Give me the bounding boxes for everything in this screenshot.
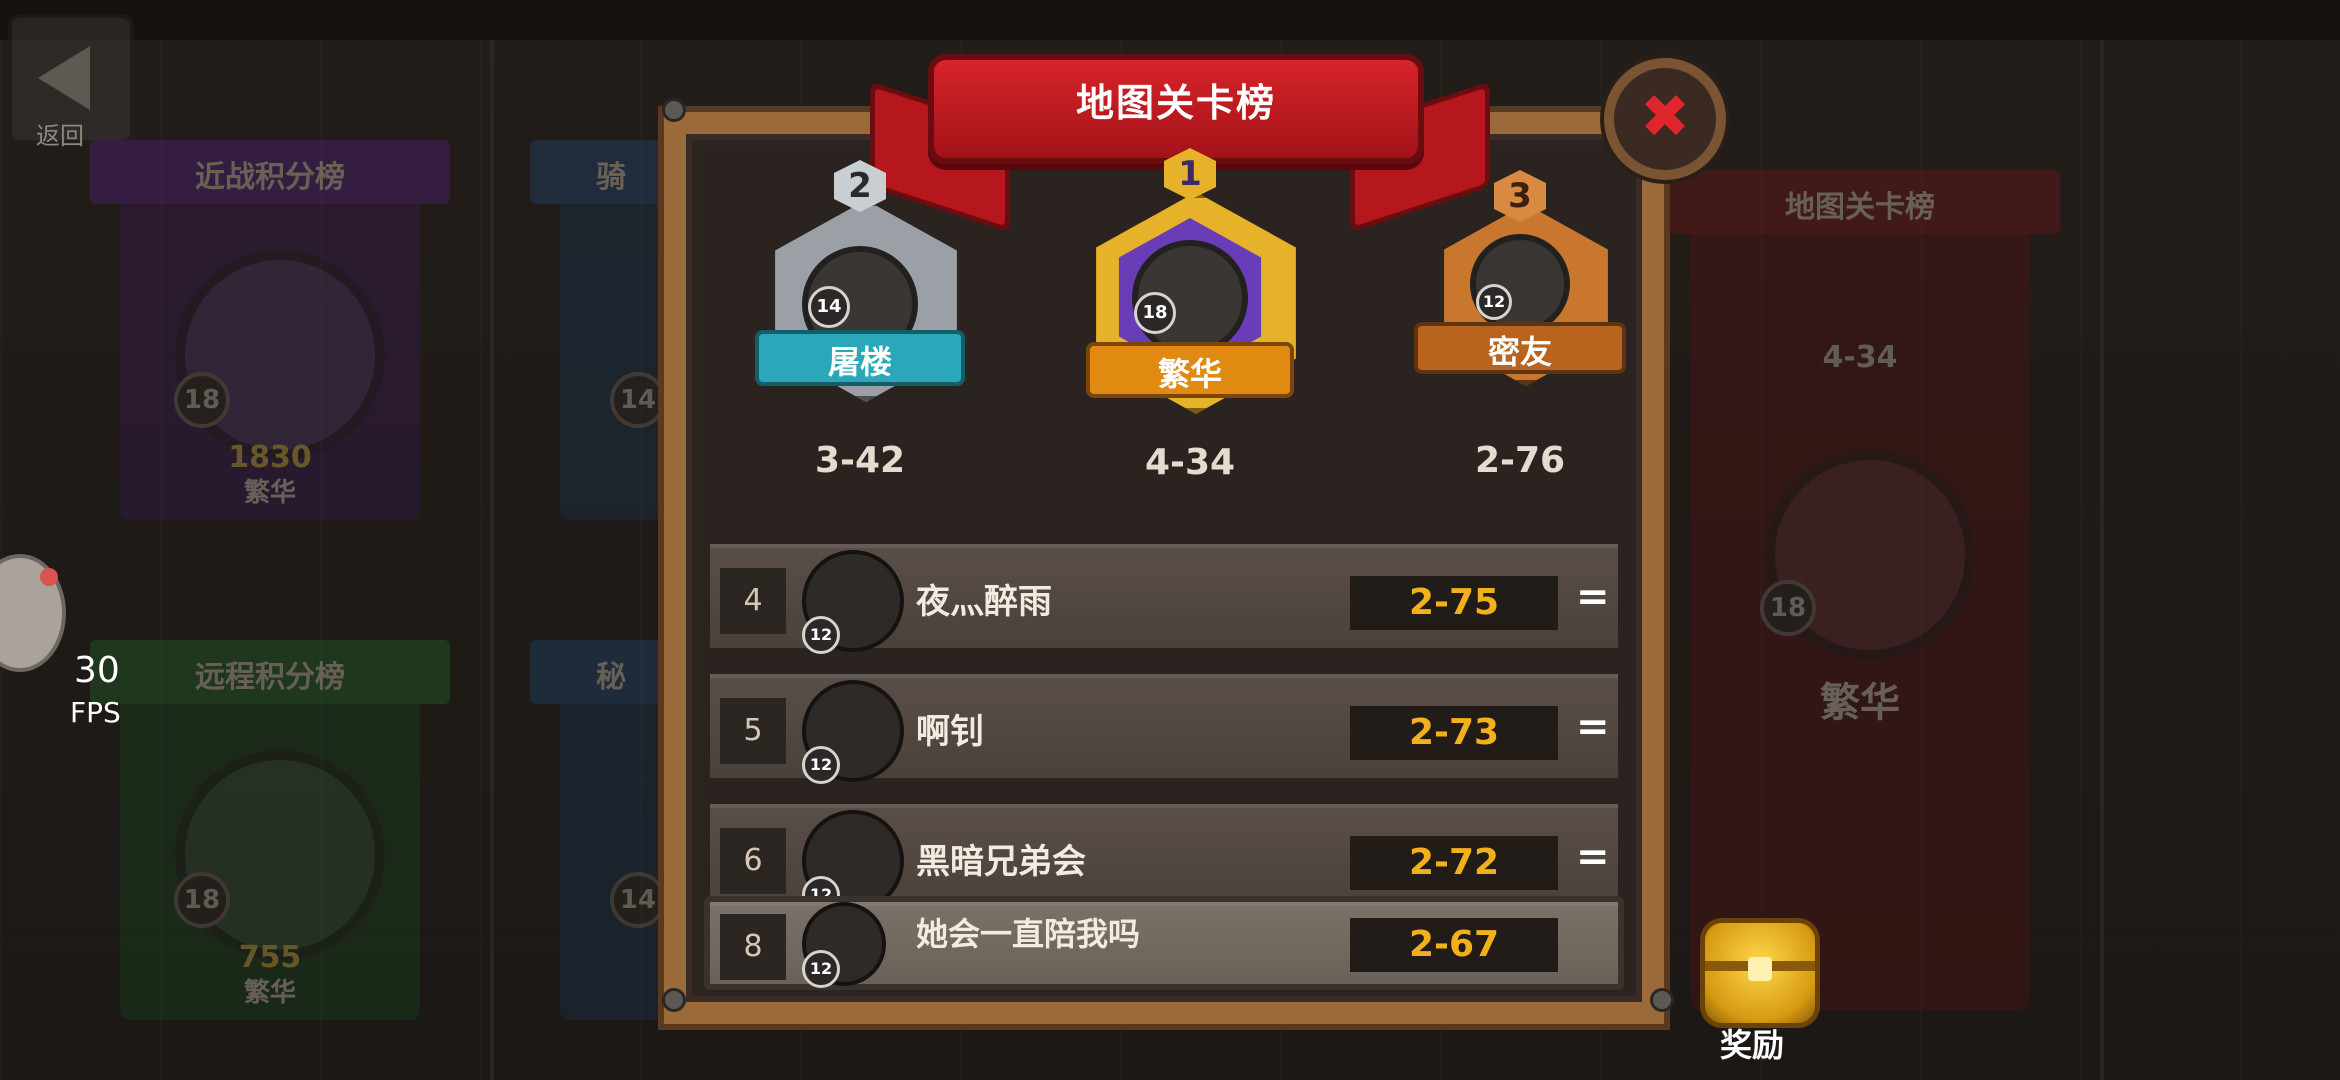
bg-banner-guild: 繁华: [243, 478, 296, 508]
rank-badge: 1: [1164, 148, 1216, 200]
emblem-icon: [175, 750, 385, 960]
bg-banner-level: 18: [1760, 580, 1816, 636]
avatar: 12: [802, 902, 886, 988]
my-ranking-row[interactable]: 8 12 她会一直陪我吗 2-67: [704, 896, 1624, 990]
ranking-row[interactable]: 4 12 夜灬醉雨 2-75 =: [704, 538, 1624, 654]
bg-banner-level: 18: [174, 372, 230, 428]
player-score: 2-72: [1350, 836, 1558, 890]
trend-indicator: =: [1576, 704, 1610, 750]
fps-label: FPS: [70, 696, 121, 729]
back-arrow-icon: [38, 46, 90, 110]
level-badge: 12: [802, 746, 840, 784]
bg-banner-score: 755: [238, 940, 302, 975]
bg-banner-score: 1830: [228, 440, 312, 475]
player-name: 她会一直陪我吗: [916, 915, 1141, 953]
modal-title: 地图关卡榜: [1075, 81, 1276, 125]
bg-banner-guild: 繁华: [243, 978, 296, 1008]
nail-icon: [662, 988, 686, 1012]
close-button[interactable]: ✖: [1604, 58, 1726, 180]
player-name-plate: 屠楼: [755, 330, 965, 386]
rank-number: 5: [720, 698, 786, 764]
avatar: 12: [802, 680, 904, 784]
bg-banner-ranged[interactable]: 远程积分榜 18 755 繁华: [90, 640, 450, 1020]
ranking-row[interactable]: 5 12 啊钊 2-73 =: [704, 668, 1624, 784]
reward-label[interactable]: 奖励: [1720, 1020, 1784, 1066]
bg-banner-melee[interactable]: 近战积分榜 18 1830 繁华: [90, 140, 450, 520]
podium-rank-3[interactable]: 3 12 密友 2-76: [1400, 170, 1640, 490]
bg-banner-map[interactable]: 地图关卡榜 4-34 18 繁华: [1660, 170, 2060, 1010]
bg-banner-score: 4-34: [1822, 340, 1898, 375]
podium-score: 4-34: [1144, 442, 1236, 483]
bg-banner-title: 地图关卡榜: [1785, 190, 1935, 225]
level-badge: 18: [1134, 292, 1176, 334]
divider: [490, 40, 494, 1080]
bg-banner-title: 远程积分榜: [195, 660, 345, 695]
podium-score: 2-76: [1474, 440, 1566, 481]
podium-rank-2[interactable]: 2 14 屠楼 3-42: [740, 160, 980, 490]
player-score: 2-75: [1350, 576, 1558, 630]
player-score: 2-67: [1350, 918, 1558, 972]
podium-score: 3-42: [814, 440, 906, 481]
player-name-plate: 繁华: [1086, 342, 1294, 398]
bg-banner-title: 近战积分榜: [195, 160, 345, 195]
player-name: 夜灬醉雨: [916, 582, 1052, 622]
treasure-chest-icon[interactable]: [1700, 918, 1820, 1028]
fps-value: 30: [74, 650, 120, 691]
rank-number: 6: [720, 828, 786, 894]
trend-indicator: =: [1576, 574, 1610, 620]
notification-dot: [40, 568, 58, 586]
podium-rank-1[interactable]: 1 18 繁华 4-34: [1060, 148, 1320, 492]
level-badge: 12: [802, 616, 840, 654]
emblem-icon: [175, 250, 385, 460]
nail-icon: [662, 98, 686, 122]
bg-banner-level: 18: [174, 872, 230, 928]
bg-banner-level: 14: [610, 372, 666, 428]
avatar: 12: [802, 550, 904, 654]
top-bar: [0, 0, 2340, 40]
back-label: 返回: [36, 122, 84, 150]
ranking-list[interactable]: 4 12 夜灬醉雨 2-75 = 5 12 啊钊 2-73 = 6 12 黑暗兄…: [700, 526, 1636, 990]
trend-indicator: =: [1576, 834, 1610, 880]
player-score: 2-73: [1350, 706, 1558, 760]
bg-banner-level: 14: [610, 872, 666, 928]
nail-icon: [1650, 988, 1674, 1012]
divider: [2100, 40, 2104, 1080]
bg-banner-guild: 繁华: [1820, 680, 1900, 726]
player-name: 啊钊: [916, 712, 984, 752]
rank-number: 8: [720, 914, 786, 980]
level-badge: 12: [802, 950, 840, 988]
avatar: [1470, 234, 1570, 334]
player-name-plate: 密友: [1414, 322, 1626, 374]
level-badge: 12: [1476, 284, 1512, 320]
close-x-icon: ✖: [1639, 82, 1691, 152]
level-badge: 14: [808, 286, 850, 328]
player-name: 黑暗兄弟会: [916, 842, 1086, 882]
rank-badge: 2: [834, 160, 886, 212]
rank-number: 4: [720, 568, 786, 634]
